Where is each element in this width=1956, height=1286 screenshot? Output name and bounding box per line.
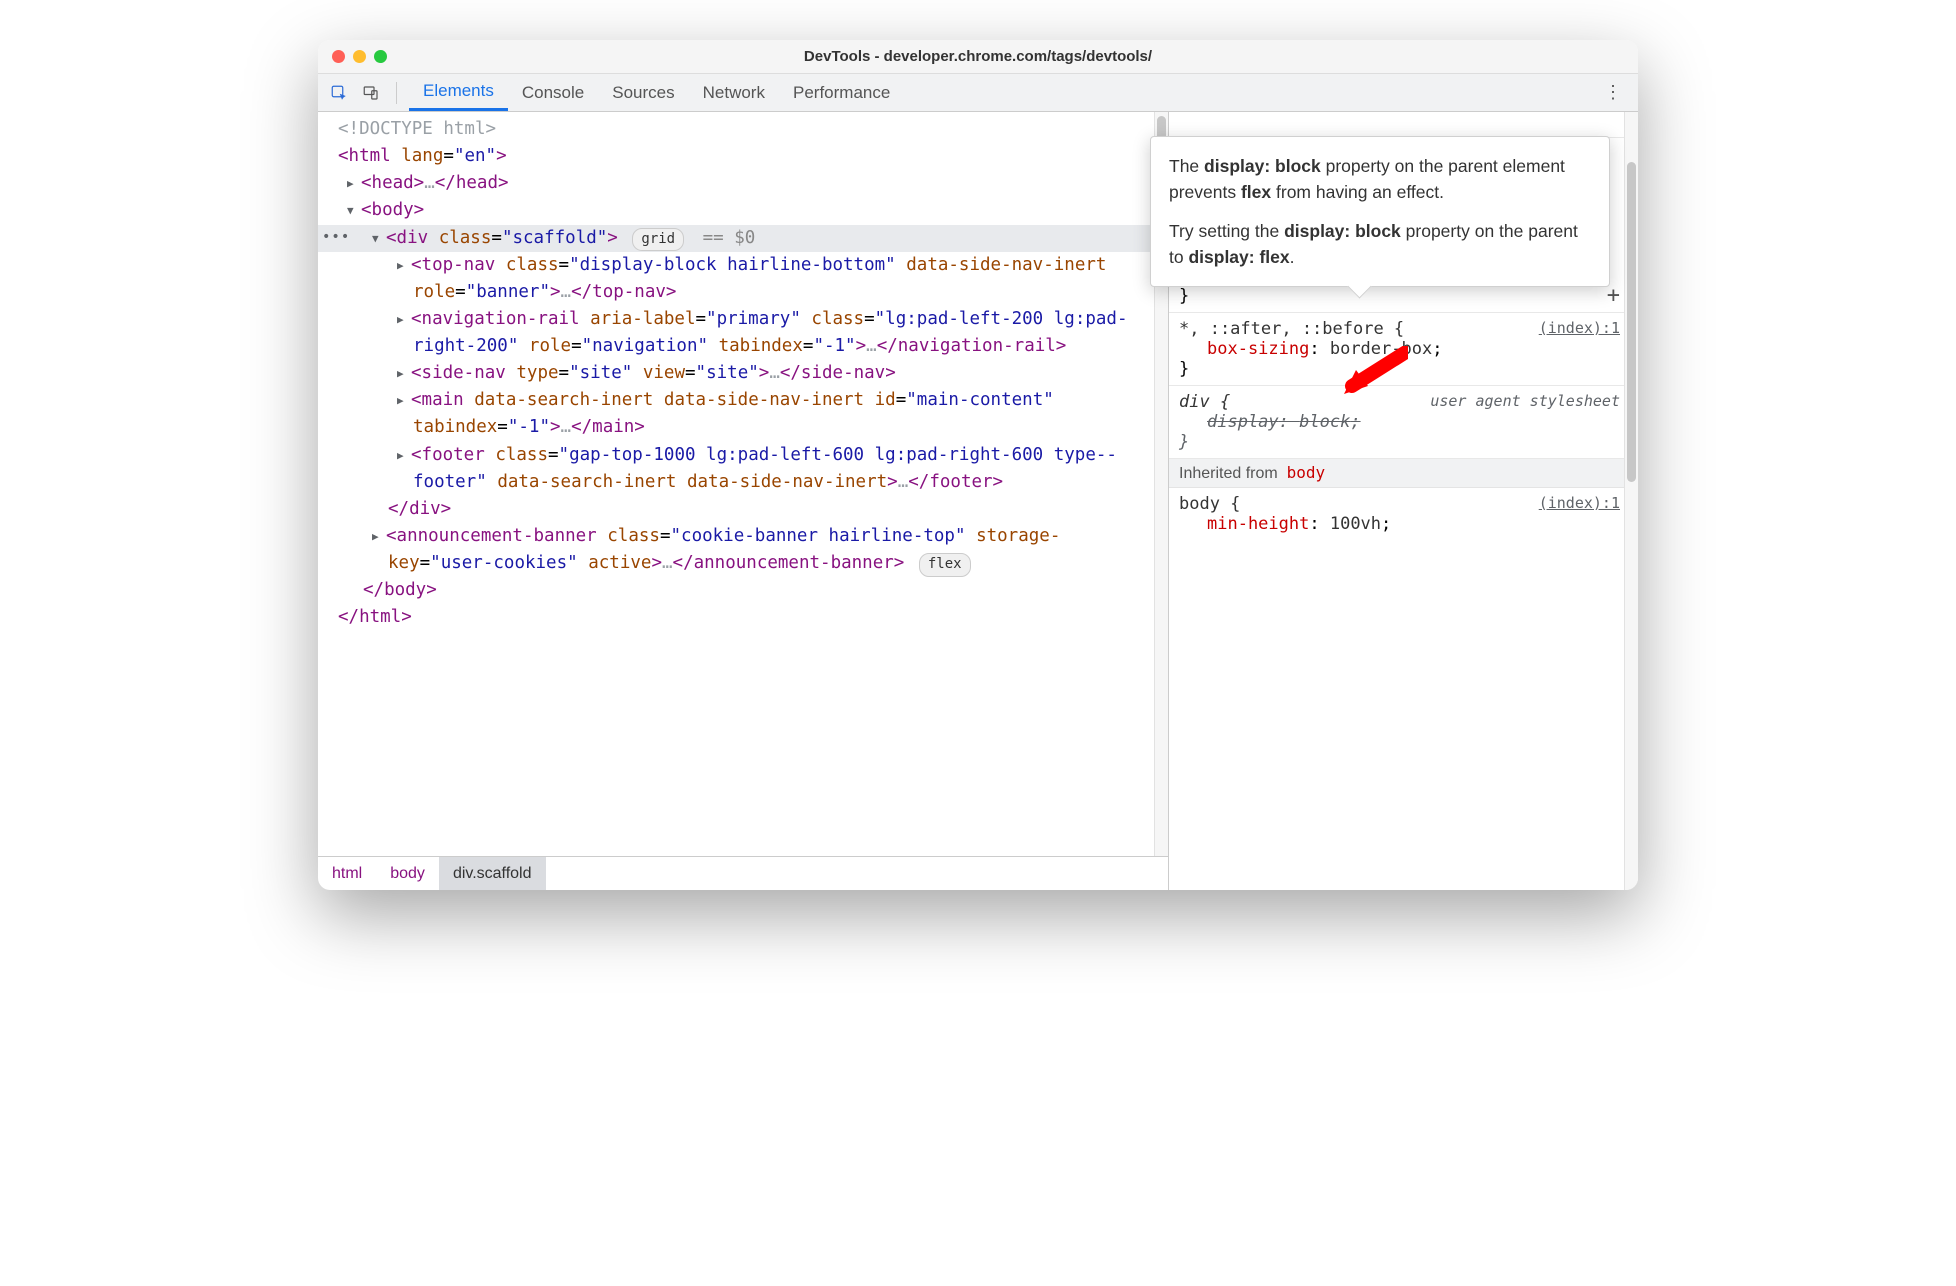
style-source-link[interactable]: (index):1 — [1539, 494, 1620, 512]
separator — [396, 82, 397, 104]
device-toggle-icon[interactable] — [358, 80, 384, 106]
css-rule-body[interactable]: (index):1 body { min-height: 100vh; — [1169, 488, 1638, 540]
add-property-button[interactable]: + — [1607, 283, 1620, 308]
tab-sources[interactable]: Sources — [598, 74, 688, 111]
scrollbar-thumb[interactable] — [1627, 162, 1636, 482]
dom-node[interactable]: ▶<main data-search-inert data-side-nav-i… — [318, 387, 1168, 441]
more-menu-icon[interactable]: ⋮ — [1596, 82, 1630, 103]
dom-node[interactable]: ▶<navigation-rail aria-label="primary" c… — [318, 306, 1168, 360]
annotation-arrow-icon — [1338, 346, 1408, 404]
toolbar: ElementsConsoleSourcesNetworkPerformance… — [318, 74, 1638, 112]
inactive-property-tooltip: The display: block property on the paren… — [1150, 136, 1610, 287]
breadcrumbs: htmlbodydiv.scaffold — [318, 856, 1168, 890]
dom-node[interactable]: <html lang="en"> — [318, 143, 1168, 170]
dom-node[interactable]: </html> — [318, 604, 1168, 631]
tabs: ElementsConsoleSourcesNetworkPerformance — [409, 74, 904, 111]
dom-node[interactable]: ▶<footer class="gap-top-1000 lg:pad-left… — [318, 442, 1168, 496]
tab-performance[interactable]: Performance — [779, 74, 904, 111]
tab-elements[interactable]: Elements — [409, 74, 508, 111]
breadcrumb-item[interactable]: body — [376, 857, 439, 890]
tab-network[interactable]: Network — [689, 74, 779, 111]
dom-node[interactable]: •••▼<div class="scaffold"> grid == $0 — [318, 225, 1168, 252]
dom-node[interactable]: ▶<announcement-banner class="cookie-bann… — [318, 523, 1168, 577]
scrollbar[interactable] — [1624, 112, 1638, 890]
dom-node[interactable]: <!DOCTYPE html> — [318, 116, 1168, 143]
dom-node[interactable]: </div> — [318, 496, 1168, 523]
css-prop-display-ua: display: block; — [1179, 412, 1622, 432]
window-title: DevTools - developer.chrome.com/tags/dev… — [318, 48, 1638, 65]
dom-node[interactable]: ▶<head>…</head> — [318, 170, 1168, 197]
breadcrumb-item[interactable]: html — [318, 857, 376, 890]
css-prop-minheight[interactable]: min-height: 100vh; — [1179, 514, 1622, 534]
devtools-window: DevTools - developer.chrome.com/tags/dev… — [318, 40, 1638, 890]
tab-console[interactable]: Console — [508, 74, 598, 111]
ua-label: user agent stylesheet — [1430, 392, 1620, 410]
style-source-link[interactable]: (index):1 — [1539, 319, 1620, 337]
dom-node[interactable]: ▶<top-nav class="display-block hairline-… — [318, 252, 1168, 306]
dom-node[interactable]: ▶<side-nav type="site" view="site">…</si… — [318, 360, 1168, 387]
dom-tree[interactable]: <!DOCTYPE html><html lang="en">▶<head>…<… — [318, 112, 1168, 856]
titlebar: DevTools - developer.chrome.com/tags/dev… — [318, 40, 1638, 74]
inherited-from-bar: Inherited from body — [1169, 459, 1638, 488]
dom-node[interactable]: ▼<body> — [318, 197, 1168, 224]
inspect-icon[interactable] — [326, 80, 352, 106]
dom-node[interactable]: </body> — [318, 577, 1168, 604]
elements-panel: <!DOCTYPE html><html lang="en">▶<head>…<… — [318, 112, 1168, 890]
breadcrumb-item[interactable]: div.scaffold — [439, 857, 546, 890]
